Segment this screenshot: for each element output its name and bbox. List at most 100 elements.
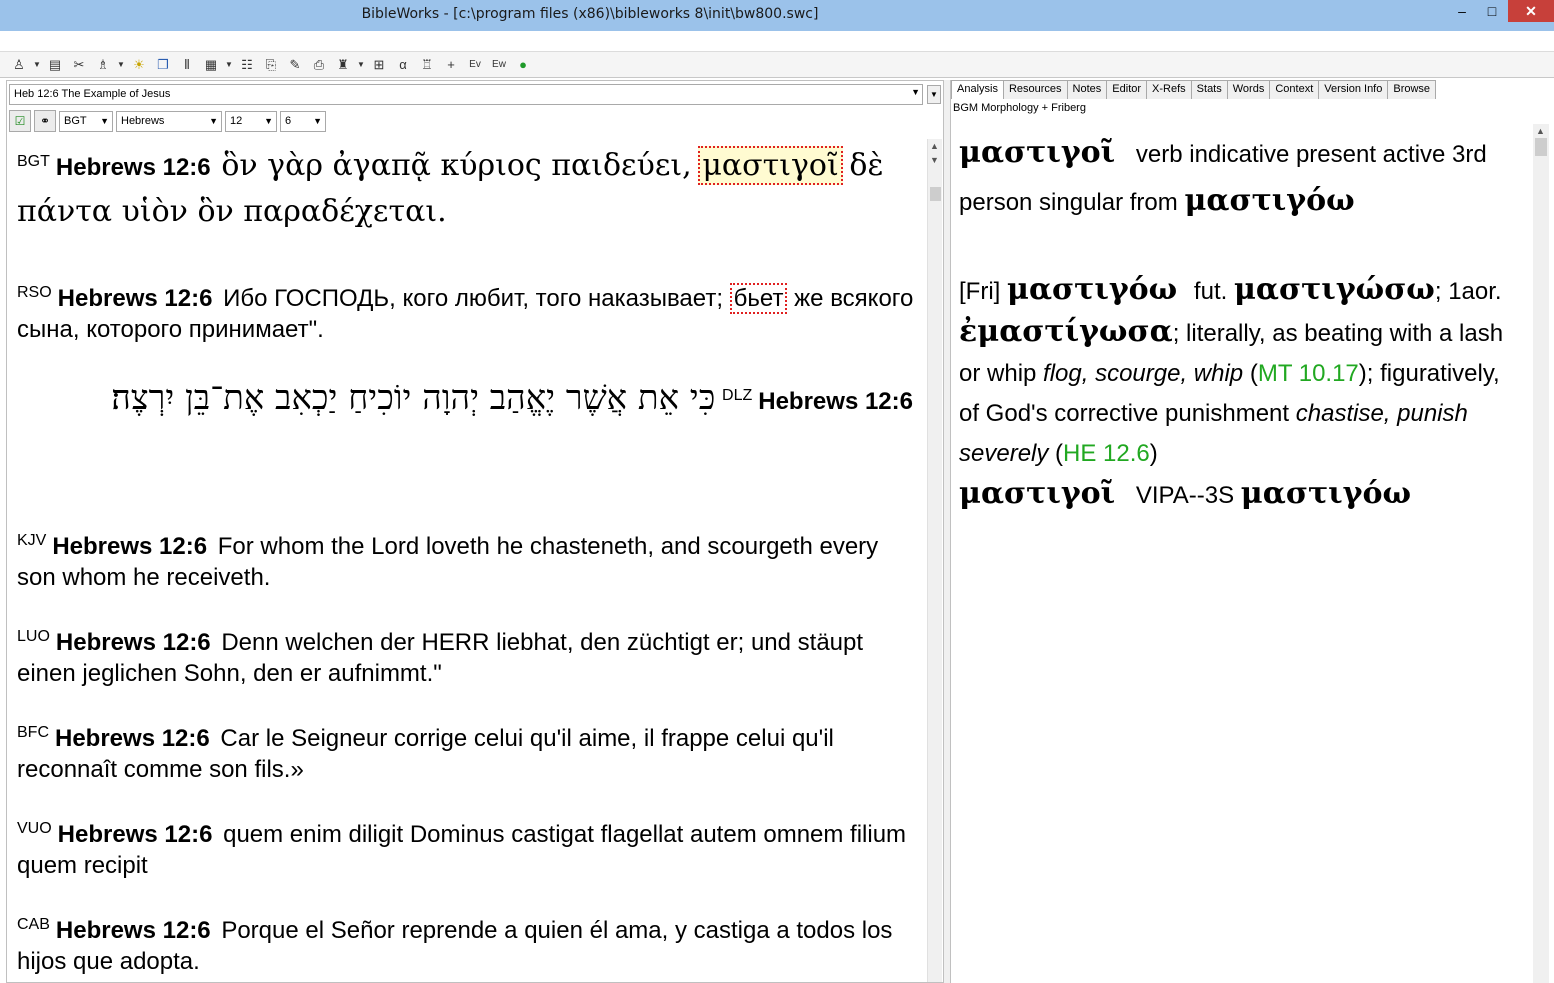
link-icon[interactable]: ⚭ [34,110,56,132]
chevron-down-icon[interactable]: ▼ [930,155,939,165]
verse-ref[interactable]: Hebrews 12:6 [56,629,211,656]
verse-rso: RSO Hebrews 12:6 Ибо ГОСПОДЬ, кого любит,… [17,277,917,345]
toolbar: ♙ ▼ ▤ ✂ ♗ ▼ ☀ ❐ ⫴ ▦ ▼ ☷ ⎘ ✎ ⎙ ♜ ▼ ⊞ α ♖ + Ev… [0,52,1554,78]
window-icon[interactable]: ❐ [152,54,174,76]
tab-resources[interactable]: Resources [1002,80,1068,99]
minimize-button[interactable]: – [1448,0,1476,22]
chevron-down-icon[interactable]: ▼ [356,54,366,76]
tools-icon[interactable]: ✂ [68,54,90,76]
verse-ref[interactable]: Hebrews 12:6 [52,533,207,560]
edit-icon[interactable]: ✎ [284,54,306,76]
window-title: BibleWorks - [c:\program files (x86)\bib… [361,6,819,22]
verse-ref[interactable]: Hebrews 12:6 [56,917,211,944]
verse-ref[interactable]: Hebrews 12:6 [58,285,213,312]
analyzed-word[interactable]: μαστιγοῖ [959,135,1115,170]
chevron-up-icon[interactable]: ▲ [930,141,939,151]
tab-browse[interactable]: Browse [1387,80,1437,99]
verse-ref[interactable]: Hebrews 12:6 [58,821,213,848]
highlighted-word[interactable]: μαστιγοῖ [698,146,843,185]
menu-bar [0,31,1554,52]
globe-icon[interactable]: ● [512,54,534,76]
verse-list: BGT Hebrews 12:6 ὃν γὰρ ἀγαπᾷ κύριος παιδ… [9,139,925,979]
analysis-content: μαστιγοῖ verb indicative present active … [959,130,1524,516]
analyzed-word[interactable]: μαστιγοῖ [959,476,1115,511]
analysis-scrollbar[interactable]: ▲ [1533,124,1549,983]
scripture-link[interactable]: HE 12.6 [1063,440,1150,467]
version-abbr[interactable]: DLZ [722,387,752,404]
version-abbr[interactable]: LUO [17,628,50,645]
person-icon[interactable]: ♗ [92,54,114,76]
morph-entry: μαστιγοῖ verb indicative present active … [959,130,1524,226]
reference-combo[interactable]: Heb 12:6 The Example of Jesus ▼ [9,84,923,105]
verse-text[interactable]: ὃν γὰρ ἀγαπᾷ κύριος παιδεύει, [221,148,691,183]
title-bar: BibleWorks - [c:\program files (x86)\bib… [0,0,1554,31]
grid-icon[interactable]: ▦ [200,54,222,76]
verse-text[interactable]: כִּי אֵת אֲשֶׁר יֶאֱהַב יְהוָה יוֹכִיחַ … [111,378,715,418]
verse-ref[interactable]: Hebrews 12:6 [56,154,211,181]
reader-icon[interactable]: ♖ [416,54,438,76]
tab-analysis[interactable]: Analysis [951,80,1004,99]
parallel-icon[interactable]: ⫴ [176,54,198,76]
print-icon[interactable]: ⎙ [308,54,330,76]
verse-scrollbar[interactable]: ▲ ▼ [927,139,942,982]
future-form[interactable]: μαστιγώσω [1234,272,1435,307]
ev-icon[interactable]: Ev [464,54,486,76]
list-icon[interactable]: ☷ [236,54,258,76]
chevron-down-icon[interactable]: ▼ [32,54,42,76]
layout-icon[interactable]: ⊞ [368,54,390,76]
tab-context[interactable]: Context [1269,80,1320,99]
chapter-select[interactable]: 12 ▼ [225,110,277,132]
tab-xrefs[interactable]: X-Refs [1146,80,1192,99]
ew-icon[interactable]: Ew [488,54,510,76]
verse-ref[interactable]: Hebrews 12:6 [758,388,913,415]
verse-vuo: VUO Hebrews 12:6 quem enim diligit Dominu… [17,813,917,881]
tab-notes[interactable]: Notes [1066,80,1108,99]
tab-version-info[interactable]: Version Info [1318,80,1389,99]
version-abbr[interactable]: CAB [17,916,50,933]
copy-icon[interactable]: ⎘ [260,54,282,76]
aorist-form[interactable]: ἐμαστίγωσα [959,314,1173,349]
verse-text[interactable]: Ибо ГОСПОДЬ, кого любит, того наказывает… [223,285,723,312]
version-abbr[interactable]: BGT [17,153,50,170]
scripture-link[interactable]: MT 10.17 [1258,360,1359,387]
lexicon-entry: [Fri] μαστιγόω fut. μαστιγώσω; 1aor. ἐμα… [959,272,1504,467]
close-button[interactable]: ✕ [1508,0,1554,22]
lemma[interactable]: μαστιγόω [1184,183,1354,218]
chevron-down-icon[interactable]: ▼ [116,54,126,76]
lamp-icon[interactable]: ☀ [128,54,150,76]
chevron-down-icon[interactable]: ▼ [224,54,234,76]
chevron-up-icon[interactable]: ▲ [1536,126,1545,136]
chapter-select-value: 12 [230,114,243,127]
version-abbr[interactable]: VUO [17,820,52,837]
tab-stats[interactable]: Stats [1190,80,1228,99]
version-toolbar: ☑ ⚭ BGT ▼ Hebrews ▼ 12 ▼ 6 ▼ [9,109,929,133]
alpha-icon[interactable]: α [392,54,414,76]
verse-select-value: 6 [285,114,292,127]
plus-icon[interactable]: + [440,54,462,76]
verse-ref[interactable]: Hebrews 12:6 [55,725,210,752]
verse-select[interactable]: 6 ▼ [280,110,326,132]
reference-dropdown-button[interactable]: ▼ [927,85,941,104]
verse-bgt: BGT Hebrews 12:6 ὃν γὰρ ἀγαπᾷ κύριος παιδ… [17,143,917,235]
scrollbar-thumb[interactable] [1535,138,1547,156]
version-abbr[interactable]: BFC [17,724,49,741]
lexicon-lemma[interactable]: μαστιγόω [1007,272,1177,307]
version-select[interactable]: BGT ▼ [59,110,113,132]
chevron-down-icon: ▼ [100,115,109,126]
reference-value: Heb 12:6 The Example of Jesus [14,88,171,100]
check-icon[interactable]: ☑ [9,110,31,132]
lemma[interactable]: μαστιγόω [1241,476,1411,511]
morph-icon[interactable]: ♜ [332,54,354,76]
morph-code: VIPA--3S [1135,482,1235,509]
book-select[interactable]: Hebrews ▼ [116,110,222,132]
version-abbr[interactable]: RSO [17,284,52,301]
highlighted-word[interactable]: бьет [729,283,788,314]
tab-words[interactable]: Words [1226,80,1271,99]
browse-icon[interactable]: ▤ [44,54,66,76]
scrollbar-thumb[interactable] [930,187,941,201]
maximize-button[interactable]: □ [1478,0,1506,22]
tab-editor[interactable]: Editor [1106,80,1148,99]
version-abbr[interactable]: KJV [17,532,46,549]
search-icon[interactable]: ♙ [8,54,30,76]
